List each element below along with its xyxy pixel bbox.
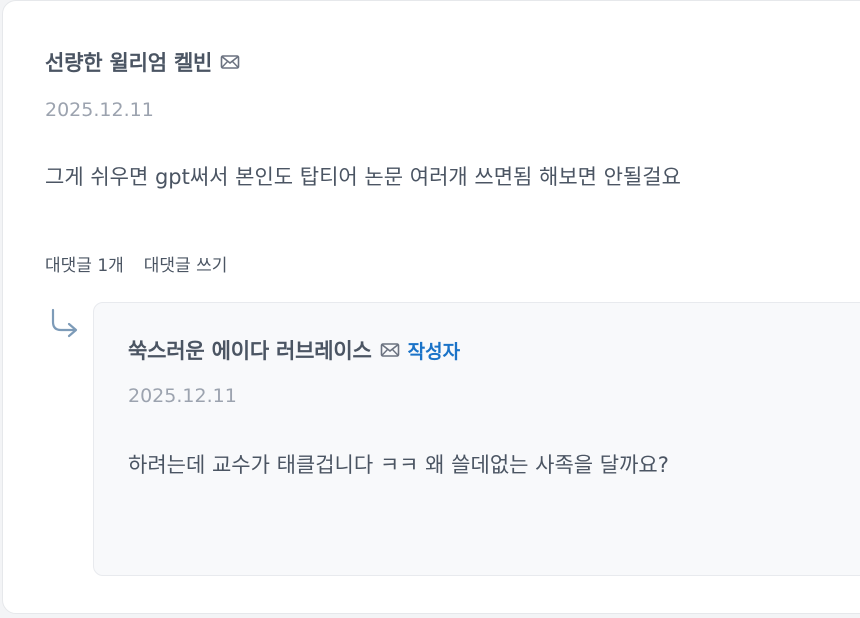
reply-text: 하려는데 교수가 태클겁니다 ㅋㅋ 왜 쓸데없는 사족을 달까요? — [128, 453, 669, 477]
reply-date: 2025.12.11 — [128, 385, 237, 407]
reply-card: 쑥스러운 에이다 러브레이스 작성자 2025.12.11 하려는데 교수가 태… — [93, 302, 860, 576]
reply-arrow-icon — [49, 308, 81, 338]
mail-icon[interactable] — [220, 54, 240, 70]
reply-actions: 대댓글 1개 대댓글 쓰기 — [45, 251, 227, 276]
comment-text: 그게 쉬우면 gpt써서 본인도 탑티어 논문 여러개 쓰면됨 해보면 안될걸요 — [45, 165, 681, 189]
reply-count-link[interactable]: 대댓글 1개 — [45, 251, 124, 276]
author-badge: 작성자 — [407, 340, 461, 363]
comment-author-name[interactable]: 선량한 윌리엄 켈빈 — [45, 47, 212, 77]
write-reply-link[interactable]: 대댓글 쓰기 — [144, 251, 228, 276]
comment-date: 2025.12.11 — [45, 99, 154, 121]
reply-author-row: 쑥스러운 에이다 러브레이스 작성자 — [128, 335, 460, 365]
reply-author-name[interactable]: 쑥스러운 에이다 러브레이스 — [128, 335, 372, 365]
comment-author-row: 선량한 윌리엄 켈빈 — [45, 47, 240, 77]
comment-card: 선량한 윌리엄 켈빈 2025.12.11 그게 쉬우면 gpt써서 본인도 탑… — [2, 0, 860, 614]
mail-icon[interactable] — [380, 342, 400, 358]
